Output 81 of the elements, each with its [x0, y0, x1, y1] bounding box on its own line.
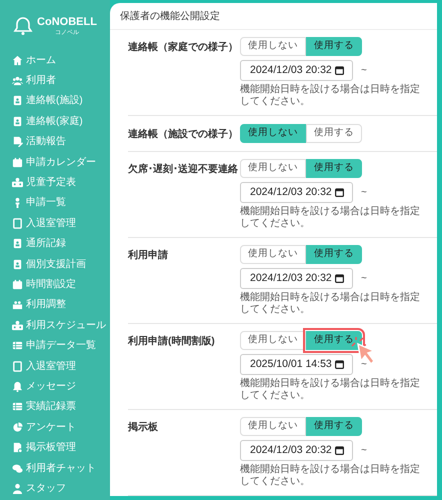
tablet-icon [12, 360, 23, 372]
calendar-icon [335, 446, 344, 455]
toggle-option[interactable]: 使用する [306, 245, 362, 264]
toggle-option[interactable]: 使用しない [240, 417, 306, 436]
sidebar-item[interactable]: アンケート [0, 417, 110, 438]
sidebar-item[interactable]: 通所記録 [0, 234, 110, 254]
table-icon [12, 401, 23, 412]
sidebar-item[interactable]: スタッフ [0, 478, 110, 499]
table-icon [12, 340, 23, 352]
hint-text: 機能開始日時を設ける場合は日時を指定してください。 [240, 292, 421, 316]
calendar-icon [335, 188, 344, 197]
sidebar-item[interactable]: 申請カレンダー [0, 152, 110, 172]
calendar-icon [335, 274, 344, 283]
toggle-option[interactable]: 使用しない [240, 159, 306, 178]
range-tilde: ~ [361, 186, 367, 200]
bell-icon [12, 380, 23, 392]
sidebar-item[interactable]: 利用スケジュール [0, 315, 110, 336]
hint-text: 機能開始日時を設ける場合は日時を指定してください。 [240, 84, 421, 108]
setting-label: 利用申請(時間割版) [128, 334, 216, 349]
chat-bubbles-icon [12, 462, 23, 474]
page-title: 保護者の機能公開設定 [110, 3, 437, 30]
range-tilde: ~ [361, 444, 367, 458]
datetime-field[interactable]: 2025/10/01 14:53 [240, 354, 353, 375]
sidebar-item[interactable]: 連絡帳(施設) [0, 90, 110, 112]
bell-logo-icon [13, 16, 34, 36]
users-icon [12, 75, 23, 86]
range-tilde: ~ [361, 358, 367, 372]
toggle-option[interactable]: 使用する [306, 124, 362, 143]
datetime-field[interactable]: 2024/12/03 20:32 [240, 268, 353, 289]
sidebar-item[interactable]: 掲示板管理 [0, 437, 110, 458]
hint-text: 機能開始日時を設ける場合は日時を指定してください。 [240, 464, 421, 488]
toggle-option[interactable]: 使用しない [240, 331, 306, 350]
hint-text: 機能開始日時を設ける場合は日時を指定してください。 [240, 206, 421, 230]
sidebar-item[interactable]: 入退室管理 [0, 213, 110, 234]
sidebar-item[interactable]: 連絡帳(家庭) [0, 111, 110, 132]
sidebar-item[interactable]: 活動報告 [0, 132, 110, 152]
sidebar-item[interactable]: 申請データ一覧 [0, 335, 110, 356]
toggle-option[interactable]: 使用しない [240, 124, 306, 143]
calendar-icon [335, 66, 344, 75]
setting-label: 利用申請 [128, 248, 169, 263]
home-icon [12, 54, 23, 66]
setting-label: 連絡帳（家庭での様子） [128, 40, 239, 55]
range-tilde: ~ [361, 272, 367, 286]
logo-wordmark: CoNOBELL [37, 16, 97, 28]
sidebar-item[interactable]: 利用調整 [0, 294, 110, 316]
calendar-icon [335, 360, 344, 369]
sidebar-item[interactable]: 時間割設定 [0, 274, 110, 295]
calendar-icon [12, 278, 23, 290]
toggle-option[interactable]: 使用する [306, 37, 362, 56]
calendar-icon [12, 156, 23, 168]
setting-label: 掲示板 [128, 420, 159, 435]
toggle-option[interactable]: 使用しない [240, 37, 306, 56]
tablet-icon [12, 218, 23, 229]
datetime-field[interactable]: 2024/12/03 20:32 [240, 182, 353, 203]
toggle-option[interactable]: 使用する [306, 417, 362, 436]
sidebar-item[interactable]: 入退室管理 [0, 356, 110, 376]
hint-text: 機能開始日時を設ける場合は日時を指定してください。 [240, 378, 421, 402]
sidebar-item[interactable]: 利用者 [0, 70, 110, 91]
staff-icon [12, 482, 23, 494]
toggle-option[interactable]: 使用する [306, 331, 362, 350]
group-icon [12, 299, 23, 310]
setting-label: 連絡帳（施設での様子） [128, 128, 239, 142]
datetime-field[interactable]: 2024/12/03 20:32 [240, 60, 353, 81]
range-tilde: ~ [361, 64, 367, 78]
toggle-option[interactable]: 使用しない [240, 245, 306, 264]
sidebar-item[interactable]: 実績記録票 [0, 396, 110, 418]
contact-card-icon [12, 238, 23, 250]
sidebar-item[interactable]: ホーム [0, 50, 110, 70]
sidebar-item[interactable]: 申請一覧 [0, 192, 110, 214]
sidebar-item[interactable]: メッセージ [0, 376, 110, 397]
contact-card-icon [12, 95, 23, 106]
sidebar-item[interactable]: 利用者チャット [0, 458, 110, 478]
document-pen-icon [12, 136, 23, 148]
sidebar-item[interactable]: 児童予定表 [0, 172, 110, 193]
contact-card-icon [12, 258, 23, 270]
datetime-field[interactable]: 2024/12/03 20:32 [240, 440, 353, 461]
contact-card-icon [12, 116, 23, 127]
toggle-option[interactable]: 使用する [306, 159, 362, 178]
setting-label: 欠席･遅刻･送迎不要連絡 [128, 162, 239, 177]
pie-chart-icon [12, 422, 23, 433]
sidebar-item[interactable]: 個別支援計画 [0, 254, 110, 274]
